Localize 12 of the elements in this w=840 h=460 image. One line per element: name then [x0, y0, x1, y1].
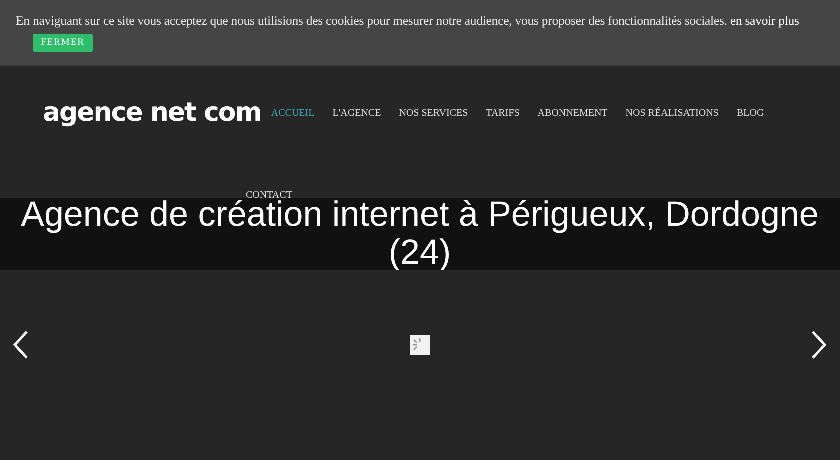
nav-link[interactable]: BLOG [736, 108, 764, 118]
learn-more-link[interactable]: en savoir plus [730, 14, 800, 28]
cookie-message: En naviguant sur ce site vous acceptez que nous utilisions des cookies pour mesurer notre audience, vous proposer des fonctionnalités sociales. en savoir plus [16, 14, 800, 29]
logo[interactable]: agence net com [43, 98, 262, 128]
nav-link[interactable]: ACCUEIL [271, 108, 315, 118]
nav-link[interactable]: NOS SERVICES [399, 108, 468, 118]
nav-link[interactable]: ABONNEMENT [538, 108, 608, 118]
nav-link[interactable]: NOS RÉALISATIONS [626, 108, 719, 118]
nav-link[interactable]: CONTACT [246, 190, 292, 201]
loading-icon [410, 335, 430, 355]
nav-link[interactable]: TARIFS [486, 108, 520, 118]
nav-link[interactable]: L'AGENCE [332, 108, 382, 118]
